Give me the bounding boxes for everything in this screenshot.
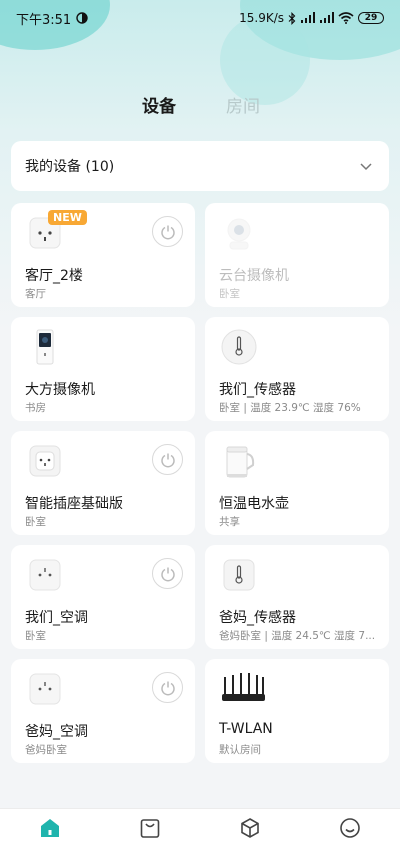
device-location: 爸妈卧室 [25, 744, 67, 756]
new-badge: NEW [48, 210, 87, 225]
device-card[interactable]: 大方摄像机 书房 [11, 317, 195, 421]
power-icon [160, 681, 175, 695]
nav-home[interactable] [37, 815, 63, 841]
router-icon [219, 669, 267, 709]
device-location: 卧室 [25, 516, 46, 528]
device-location: 卧室 | 温度 23.9℃ 湿度 76% [219, 402, 361, 414]
device-card[interactable]: 爸妈_传感器 爸妈卧室 | 温度 24.5℃ 湿度 7... [205, 545, 389, 649]
device-name: 爸妈_空调 [25, 724, 88, 740]
smart-cube-icon [241, 817, 259, 838]
power-icon [160, 225, 175, 239]
device-card[interactable]: 云台摄像机 卧室 [205, 203, 389, 307]
home-icon [41, 818, 59, 837]
power-icon [160, 567, 175, 581]
bluetooth-icon [288, 11, 296, 25]
device-name: 我们_空调 [25, 610, 88, 626]
device-group-label: 我的设备 (10) [25, 159, 115, 175]
signal-1-icon [301, 12, 315, 23]
kettle-icon [219, 441, 259, 481]
device-group-selector[interactable]: 我的设备 (10) [11, 141, 389, 191]
status-bar: 下午3:51 15.9K/s 29 [0, 0, 400, 36]
power-button[interactable] [152, 672, 183, 703]
device-location: 共享 [219, 516, 240, 528]
wall-socket-icon [25, 441, 65, 481]
device-name: 云台摄像机 [219, 268, 289, 284]
data-saver-icon [76, 12, 88, 24]
ac-companion-icon [25, 555, 65, 595]
tab-devices[interactable]: 设备 [142, 92, 176, 117]
temperature-sensor-square-icon [219, 555, 259, 595]
profile-face-icon [340, 817, 360, 838]
device-name: T-WLAN [219, 721, 273, 737]
tab-bar: 设备 房间 [0, 92, 400, 117]
device-card[interactable]: 爸妈_空调 爸妈卧室 [11, 659, 195, 763]
battery-icon: 29 [358, 12, 384, 24]
device-location: 卧室 [219, 288, 240, 300]
device-name: 智能插座基础版 [25, 496, 123, 512]
device-card[interactable]: T-WLAN 默认房间 [205, 659, 389, 763]
device-card[interactable]: 我们_空调 卧室 [11, 545, 195, 649]
camera-icon [25, 327, 65, 367]
wifi-icon [338, 12, 354, 24]
network-speed: 15.9K/s [239, 11, 284, 25]
device-location: 爸妈卧室 | 温度 24.5℃ 湿度 7... [219, 630, 376, 642]
device-location: 客厅 [25, 288, 46, 300]
device-name: 大方摄像机 [25, 382, 95, 398]
device-card[interactable]: 我们_传感器 卧室 | 温度 23.9℃ 湿度 76% [205, 317, 389, 421]
device-name: 客厅_2楼 [25, 268, 83, 284]
device-card[interactable]: 智能插座基础版 卧室 [11, 431, 195, 535]
tab-rooms[interactable]: 房间 [226, 92, 260, 117]
nav-smart[interactable] [237, 815, 263, 841]
nav-profile[interactable] [337, 815, 363, 841]
power-button[interactable] [152, 216, 183, 247]
chevron-down-icon [360, 163, 372, 171]
power-icon [160, 453, 175, 467]
device-name: 恒温电水壶 [219, 496, 289, 512]
device-location: 卧室 [25, 630, 46, 642]
status-time: 下午3:51 [16, 12, 72, 28]
power-button[interactable] [152, 558, 183, 589]
device-location: 默认房间 [219, 744, 261, 756]
device-location: 书房 [25, 402, 46, 414]
power-button[interactable] [152, 444, 183, 475]
ptz-camera-icon [219, 213, 259, 253]
device-name: 爸妈_传感器 [219, 610, 296, 626]
device-card[interactable]: NEW 客厅_2楼 客厅 [11, 203, 195, 307]
device-card[interactable]: 恒温电水壶 共享 [205, 431, 389, 535]
temperature-sensor-icon [219, 327, 259, 367]
signal-2-icon [320, 12, 334, 23]
nav-store[interactable] [137, 815, 163, 841]
ac-companion-icon [25, 669, 65, 709]
device-name: 我们_传感器 [219, 382, 296, 398]
bottom-nav [0, 808, 400, 846]
store-icon [140, 818, 160, 838]
